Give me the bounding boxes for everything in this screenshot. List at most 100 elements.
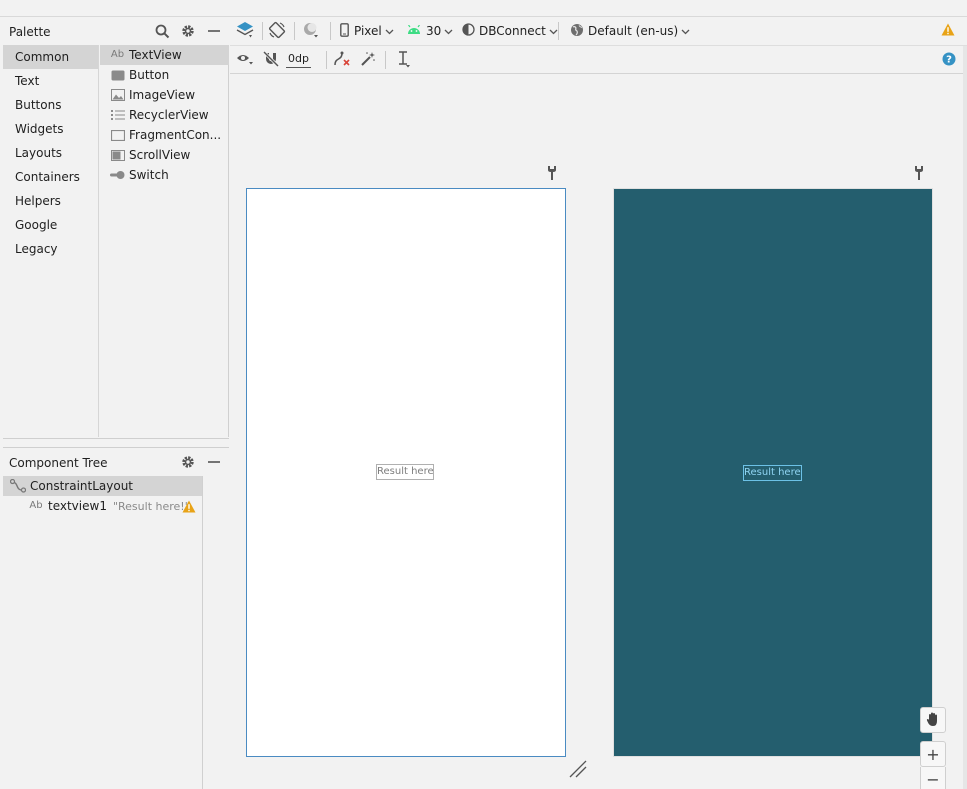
svg-text:?: ? [946,54,952,65]
switch-icon [110,168,125,182]
locale-label: Default (en-us) [588,24,679,38]
palette-item-imageview[interactable]: ImageView [100,85,229,105]
orientation-button[interactable] [268,21,286,41]
constraint-toolbar: 0dp ? [230,46,967,74]
warning-button[interactable] [941,21,955,41]
zoom-in-button[interactable]: + [920,741,946,767]
infer-constraints-button[interactable] [360,50,376,70]
tree-node-textview1[interactable]: Ab textview1 "Result here!" [3,496,202,516]
textview-blueprint[interactable]: Result here! [743,465,802,481]
palette-item-textview[interactable]: Ab TextView [100,45,229,65]
scrollview-icon [110,148,125,162]
separator [326,51,327,69]
device-dropdown[interactable]: Pixel [340,21,394,41]
tree-node-label: textview1 [48,499,107,513]
category-buttons[interactable]: Buttons [3,93,98,117]
separator [262,22,263,40]
design-toolbar: Pixel 30 DBConnect Default (en-us) [230,17,967,46]
palette-categories: Common Text Buttons Widgets Layouts Cont… [3,45,99,437]
category-text[interactable]: Text [3,69,98,93]
android-icon [407,24,421,38]
api-level-dropdown[interactable]: 30 [407,21,453,41]
resize-handle-icon[interactable] [568,759,588,779]
clear-constraints-button[interactable] [333,50,351,70]
category-layouts[interactable]: Layouts [3,141,98,165]
category-containers[interactable]: Containers [3,165,98,189]
component-tree-panel: Component Tree ConstraintLayout Ab textv… [3,448,229,789]
theme-icon [462,23,475,39]
tree-node-label: ConstraintLayout [30,479,134,493]
theme-dropdown[interactable]: DBConnect [462,21,558,41]
magnet-off-icon [262,50,280,70]
phone-icon [340,22,349,40]
imageview-icon [110,88,125,102]
search-icon[interactable] [154,23,170,39]
panel-splitter[interactable] [3,438,229,448]
textview-icon: Ab [29,500,43,511]
warning-icon[interactable] [181,499,197,513]
palette-title: Palette [9,25,51,39]
clear-constraints-icon [333,51,351,70]
default-margin-dropdown[interactable]: 0dp [286,50,311,68]
chevron-down-icon [444,24,453,38]
view-options-button[interactable] [236,50,254,70]
category-legacy[interactable]: Legacy [3,237,98,261]
right-edge-strip [963,46,967,789]
hand-icon [925,711,941,730]
help-button[interactable]: ? [942,50,956,70]
wrench-icon[interactable] [546,165,558,181]
design-surface-button[interactable] [236,21,254,41]
chevron-down-icon [385,24,394,38]
design-canvas[interactable]: Result here! Result here! + − [230,75,967,789]
palette-item-label: Button [129,68,170,82]
magic-wand-icon [360,51,376,70]
palette-header: Palette [3,17,229,45]
category-widgets[interactable]: Widgets [3,117,98,141]
layers-icon [236,21,254,42]
separator [558,22,559,40]
api-level-label: 30 [426,24,442,38]
tree-node-value: "Result here!" [112,500,190,513]
default-margin-value: 0dp [288,52,309,65]
palette-panel: Palette Common Text Buttons Widgets Layo… [3,17,229,437]
palette-item-label: TextView [129,48,182,62]
fragment-icon [110,128,125,142]
device-label: Pixel [354,24,382,38]
palette-items: Ab TextView Button ImageView RecyclerVie… [100,45,229,437]
gear-icon[interactable] [180,23,196,39]
gear-icon[interactable] [180,454,196,470]
pan-button[interactable] [920,707,946,733]
category-common[interactable]: Common [3,45,98,69]
separator [330,22,331,40]
guidelines-button[interactable] [396,50,412,70]
component-tree-title: Component Tree [9,456,108,470]
night-mode-button[interactable] [302,21,320,41]
palette-item-recyclerview[interactable]: RecyclerView [100,105,229,125]
night-mode-icon [302,21,320,42]
palette-item-scrollview[interactable]: ScrollView [100,145,229,165]
tree-node-constraintlayout[interactable]: ConstraintLayout [3,476,202,496]
separator [385,51,386,69]
textview-icon: Ab [110,49,125,60]
separator [294,22,295,40]
minimize-icon[interactable] [206,454,222,470]
locale-dropdown[interactable]: Default (en-us) [570,21,690,41]
globe-icon [570,23,584,40]
recyclerview-icon [110,108,125,122]
minimize-icon[interactable] [206,23,222,39]
category-google[interactable]: Google [3,213,98,237]
wrench-icon[interactable] [913,165,925,181]
autoconnect-toggle[interactable] [262,50,280,70]
palette-item-label: ImageView [129,88,196,102]
palette-item-switch[interactable]: Switch [100,165,229,185]
button-icon [110,68,125,82]
palette-item-label: ScrollView [129,148,191,162]
chevron-down-icon [681,24,690,38]
palette-item-fragmentcontainer[interactable]: FragmentCon... [100,125,229,145]
theme-label: DBConnect [479,24,546,38]
rotate-device-icon [268,21,286,42]
zoom-out-button[interactable]: − [920,767,946,789]
palette-item-button[interactable]: Button [100,65,229,85]
textview-design[interactable]: Result here! [376,464,434,480]
category-helpers[interactable]: Helpers [3,189,98,213]
